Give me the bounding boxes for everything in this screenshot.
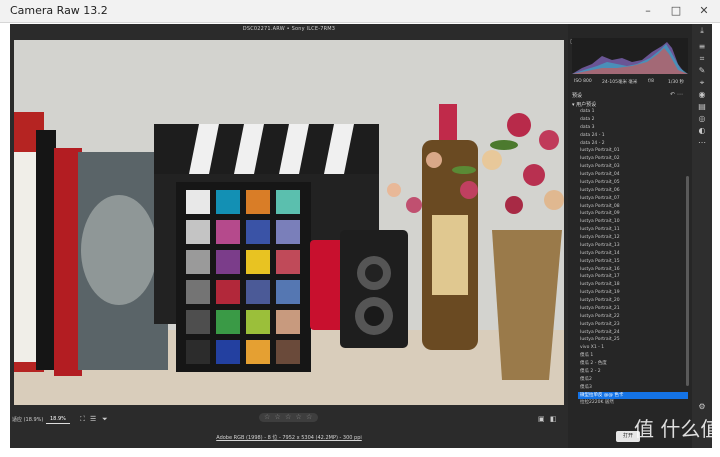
snapshot-icon[interactable]: ▤ xyxy=(696,102,708,112)
title-bar: Camera Raw 13.2 – □ ✕ xyxy=(0,0,720,23)
preset-item[interactable]: 拉拉2220K 居然 xyxy=(578,399,688,407)
preset-item[interactable]: 傻瓜 2 - 色度 xyxy=(578,360,688,368)
preset-item[interactable]: Iustya Portrait_12 xyxy=(578,234,688,242)
preset-item[interactable]: Iustya Portrait_19 xyxy=(578,289,688,297)
preset-item[interactable]: Iustya Portrait_08 xyxy=(578,203,688,211)
preset-item[interactable]: Iustya Portrait_20 xyxy=(578,297,688,305)
image-preview[interactable] xyxy=(14,40,564,405)
crop-icon[interactable]: ⌗ xyxy=(696,54,708,64)
preset-list: data 1 data 2 data 3 data 24 - 1 data 24 - 2… xyxy=(578,108,688,448)
preset-item[interactable]: Iustya Portrait_18 xyxy=(578,281,688,289)
presets-icon[interactable]: ◎ xyxy=(696,114,708,124)
before-after-icon[interactable]: ◧ xyxy=(550,415,557,423)
bottom-bar: 适应 (18.9%) 18.9% ⛶ ☰ ⏷ ☆ ☆ ☆ ☆ ☆ ▣ ◧ Ado… xyxy=(10,410,568,448)
preset-item[interactable]: data 24 - 1 xyxy=(578,132,688,140)
preset-item[interactable]: Iustya Portrait_17 xyxy=(578,273,688,281)
preset-item[interactable]: Iustya Portrait_16 xyxy=(578,266,688,274)
preset-item[interactable]: Iustya Portrait_07 xyxy=(578,195,688,203)
preset-item[interactable]: 傻瓜 1 xyxy=(578,352,688,360)
compare-icon[interactable]: ▣ xyxy=(538,415,545,423)
file-info-bar: DSC02271.ARW • Sony ILCE-7RM3 xyxy=(10,24,568,36)
watermark-text: 值 什么值得买 xyxy=(634,417,720,441)
shutter-readout: 1/30 秒 xyxy=(668,80,685,85)
close-icon[interactable]: ✕ xyxy=(696,3,712,19)
preset-item[interactable]: Iustya Portrait_23 xyxy=(578,321,688,329)
preset-item[interactable]: Iustya Portrait_04 xyxy=(578,171,688,179)
preset-item[interactable]: Iustya Portrait_15 xyxy=(578,258,688,266)
minimize-icon[interactable]: – xyxy=(640,3,656,19)
preset-item[interactable]: 微型拉单反 @@ 色卡 xyxy=(578,391,688,400)
tool-strip: ⤓ ≡ ⌗ ✎ ⌖ ◉ ▤ ◎ ◐ ⋯ ⚙ xyxy=(692,24,712,448)
rating-stars[interactable]: ☆ ☆ ☆ ☆ ☆ xyxy=(259,413,319,422)
preset-scrollbar[interactable] xyxy=(686,176,689,386)
presets-panel-title: 预设 xyxy=(572,93,583,99)
preset-item[interactable]: data 1 xyxy=(578,108,688,116)
watermark-logo: 值 什么值得买 xyxy=(634,417,720,441)
right-panel: ◻ ◻ ISO 800 24-105毫米 毫米 f/8 1/30 秒 预设 ↶ … xyxy=(568,24,692,448)
zoom-dropdown[interactable]: 18.9% xyxy=(46,415,70,424)
maximize-icon[interactable]: □ xyxy=(668,3,684,19)
save-icon[interactable]: ⤓ xyxy=(696,26,708,36)
lens-readout: 24-105毫米 毫米 xyxy=(602,80,638,85)
preset-item[interactable]: Iustya Portrait_21 xyxy=(578,305,688,313)
compare-tool-icon[interactable]: ◐ xyxy=(696,126,708,136)
heal-icon[interactable]: ✎ xyxy=(696,66,708,76)
preset-item[interactable]: Iustya Portrait_24 xyxy=(578,329,688,337)
mask-icon[interactable]: ⌖ xyxy=(696,78,708,88)
panel-action-icons[interactable]: ↶ ⋯ xyxy=(670,91,683,98)
preset-item[interactable]: vivo X1 - 1 xyxy=(578,344,688,352)
histogram xyxy=(572,38,688,74)
edit-icon[interactable]: ≡ xyxy=(696,42,708,52)
preset-item[interactable]: Iustya Portrait_14 xyxy=(578,250,688,258)
preset-item[interactable]: Iustya Portrait_25 xyxy=(578,336,688,344)
user-presets-group[interactable]: ▾ 用户预设 xyxy=(572,101,596,108)
aperture-readout: f/8 xyxy=(648,79,654,84)
preset-item[interactable]: data 3 xyxy=(578,124,688,132)
preset-item[interactable]: Iustya Portrait_05 xyxy=(578,179,688,187)
zoom-fit-label[interactable]: 适应 (18.9%) xyxy=(12,416,43,423)
preset-item[interactable]: 傻瓜3 xyxy=(578,384,688,392)
sort-icon[interactable]: ☰ xyxy=(90,415,96,423)
preset-item[interactable]: Iustya Portrait_01 xyxy=(578,147,688,155)
camera-raw-app: DSC02271.ARW • Sony ILCE-7RM3 适应 (18.9%)… xyxy=(10,24,712,448)
preset-item[interactable]: data 24 - 2 xyxy=(578,140,688,148)
more-icon[interactable]: ⋯ xyxy=(696,138,708,148)
preset-item[interactable]: Iustya Portrait_03 xyxy=(578,163,688,171)
file-info: DSC02271.ARW • Sony ILCE-7RM3 xyxy=(242,26,336,32)
workflow-options-link[interactable]: Adobe RGB (1998) - 8 位 - 7952 x 5304 (42… xyxy=(10,434,568,441)
preset-item[interactable]: data 2 xyxy=(578,116,688,124)
preset-item[interactable]: Iustya Portrait_06 xyxy=(578,187,688,195)
preset-item[interactable]: Iustya Portrait_10 xyxy=(578,218,688,226)
fullscreen-icon[interactable]: ⛶ xyxy=(80,415,85,424)
preset-item[interactable]: Iustya Portrait_13 xyxy=(578,242,688,250)
iso-readout: ISO 800 xyxy=(574,79,592,84)
preset-item[interactable]: Iustya Portrait_02 xyxy=(578,155,688,163)
photo-scene xyxy=(14,40,564,405)
preset-item[interactable]: 傻瓜 2 - 2 xyxy=(578,368,688,376)
preset-item[interactable]: Iustya Portrait_09 xyxy=(578,210,688,218)
preset-item[interactable]: Iustya Portrait_22 xyxy=(578,313,688,321)
app-title: Camera Raw 13.2 xyxy=(10,4,108,17)
filter-icon[interactable]: ⏷ xyxy=(102,415,108,424)
redeye-icon[interactable]: ◉ xyxy=(696,90,708,100)
preset-item[interactable]: Iustya Portrait_11 xyxy=(578,226,688,234)
preset-item[interactable]: 傻瓜2 xyxy=(578,376,688,384)
